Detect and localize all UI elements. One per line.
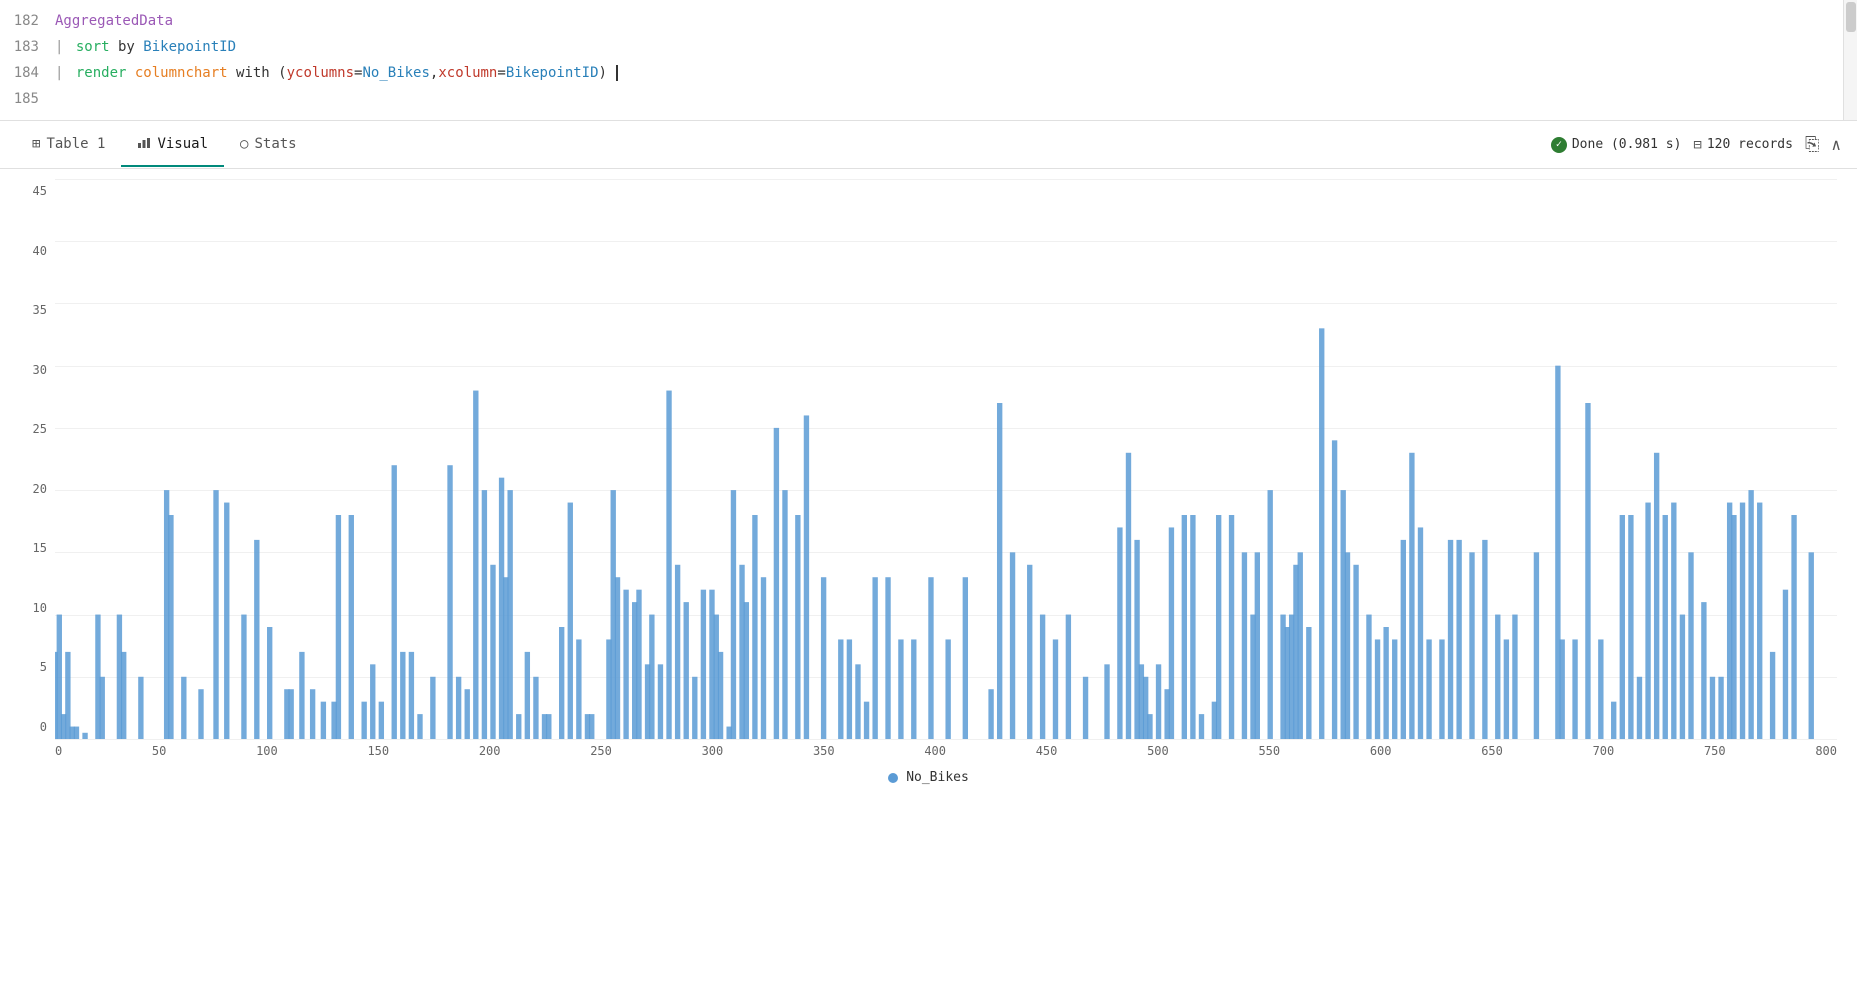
x-label: 350 [813,744,835,758]
x-label: 550 [1258,744,1280,758]
x-label: 450 [1036,744,1058,758]
status-done: ✓ Done (0.981 s) [1551,137,1682,153]
legend-dot [888,773,898,783]
x-label: 0 [55,744,62,758]
y-label: 45 [20,184,55,198]
line-content: AggregatedData [55,10,1857,32]
x-label: 400 [924,744,946,758]
y-label: 15 [20,541,55,555]
y-label: 5 [20,660,55,674]
tab-label-visual: Visual [157,136,208,152]
code-line-184: 184| render columnchart with (ycolumns=N… [0,60,1857,86]
records-badge: ⊟ 120 records [1693,137,1793,153]
chart-container: 0 5 10 15 20 25 30 35 40 45 0 50 100 150 200 250 300 350… [0,169,1857,805]
chart-plot [55,179,1837,739]
records-label: 120 records [1707,137,1793,152]
x-label: 200 [479,744,501,758]
tab-table[interactable]: ⊞ Table 1 [16,124,121,166]
legend-label: No_Bikes [906,770,969,785]
tab-visual[interactable]: Visual [121,123,224,167]
cursor [608,65,618,81]
x-label: 100 [256,744,278,758]
copy-button[interactable]: ⎘ [1805,134,1819,155]
code-line-185: 185 [0,86,1857,112]
done-icon: ✓ [1551,137,1567,153]
tab-icon-visual [137,135,151,153]
x-label: 300 [702,744,724,758]
x-label: 700 [1593,744,1615,758]
bars-chart [55,179,1837,739]
chart-wrapper: 0 5 10 15 20 25 30 35 40 45 [20,179,1837,739]
line-content: | render columnchart with (ycolumns=No_B… [55,62,1857,84]
code-line-182: 182AggregatedData [0,8,1857,34]
tab-icon-stats: ○ [240,136,248,152]
y-axis: 0 5 10 15 20 25 30 35 40 45 [20,179,55,739]
scrollbar-thumb[interactable] [1846,2,1856,32]
x-label: 800 [1815,744,1837,758]
tab-label-stats: Stats [254,136,296,152]
x-label: 50 [152,744,166,758]
line-number: 185 [0,88,55,110]
code-editor: 182AggregatedData183| sort by BikepointI… [0,0,1857,121]
status-bar-right: ✓ Done (0.981 s) ⊟ 120 records ⎘ ∧ [1551,134,1841,155]
x-label: 650 [1481,744,1503,758]
y-label: 20 [20,482,55,496]
x-label: 150 [367,744,389,758]
line-number: 183 [0,36,55,58]
line-number: 182 [0,10,55,32]
y-label: 25 [20,422,55,436]
y-label: 0 [20,720,55,734]
chart-legend: No_Bikes [20,770,1837,785]
tab-icon-table: ⊞ [32,136,40,152]
collapse-button[interactable]: ∧ [1831,135,1841,154]
line-content: | sort by BikepointID [55,36,1857,58]
done-label: Done (0.981 s) [1572,137,1682,152]
records-icon: ⊟ [1693,137,1701,153]
y-label: 30 [20,363,55,377]
scrollbar[interactable] [1843,0,1857,120]
code-line-183: 183| sort by BikepointID [0,34,1857,60]
x-label: 750 [1704,744,1726,758]
x-label: 500 [1147,744,1169,758]
x-label: 250 [590,744,612,758]
grid-line [55,739,1837,740]
x-axis: 0 50 100 150 200 250 300 350 400 450 500 550 600 650 7… [20,740,1837,758]
y-label: 35 [20,303,55,317]
line-number: 184 [0,62,55,84]
x-label: 600 [1370,744,1392,758]
tab-bar: ⊞ Table 1 Visual ○ Stats ✓ Done (0.981 s) ⊟ … [0,121,1857,169]
tab-label-table: Table 1 [46,136,105,152]
y-label: 40 [20,244,55,258]
y-label: 10 [20,601,55,615]
tab-stats[interactable]: ○ Stats [224,124,313,166]
